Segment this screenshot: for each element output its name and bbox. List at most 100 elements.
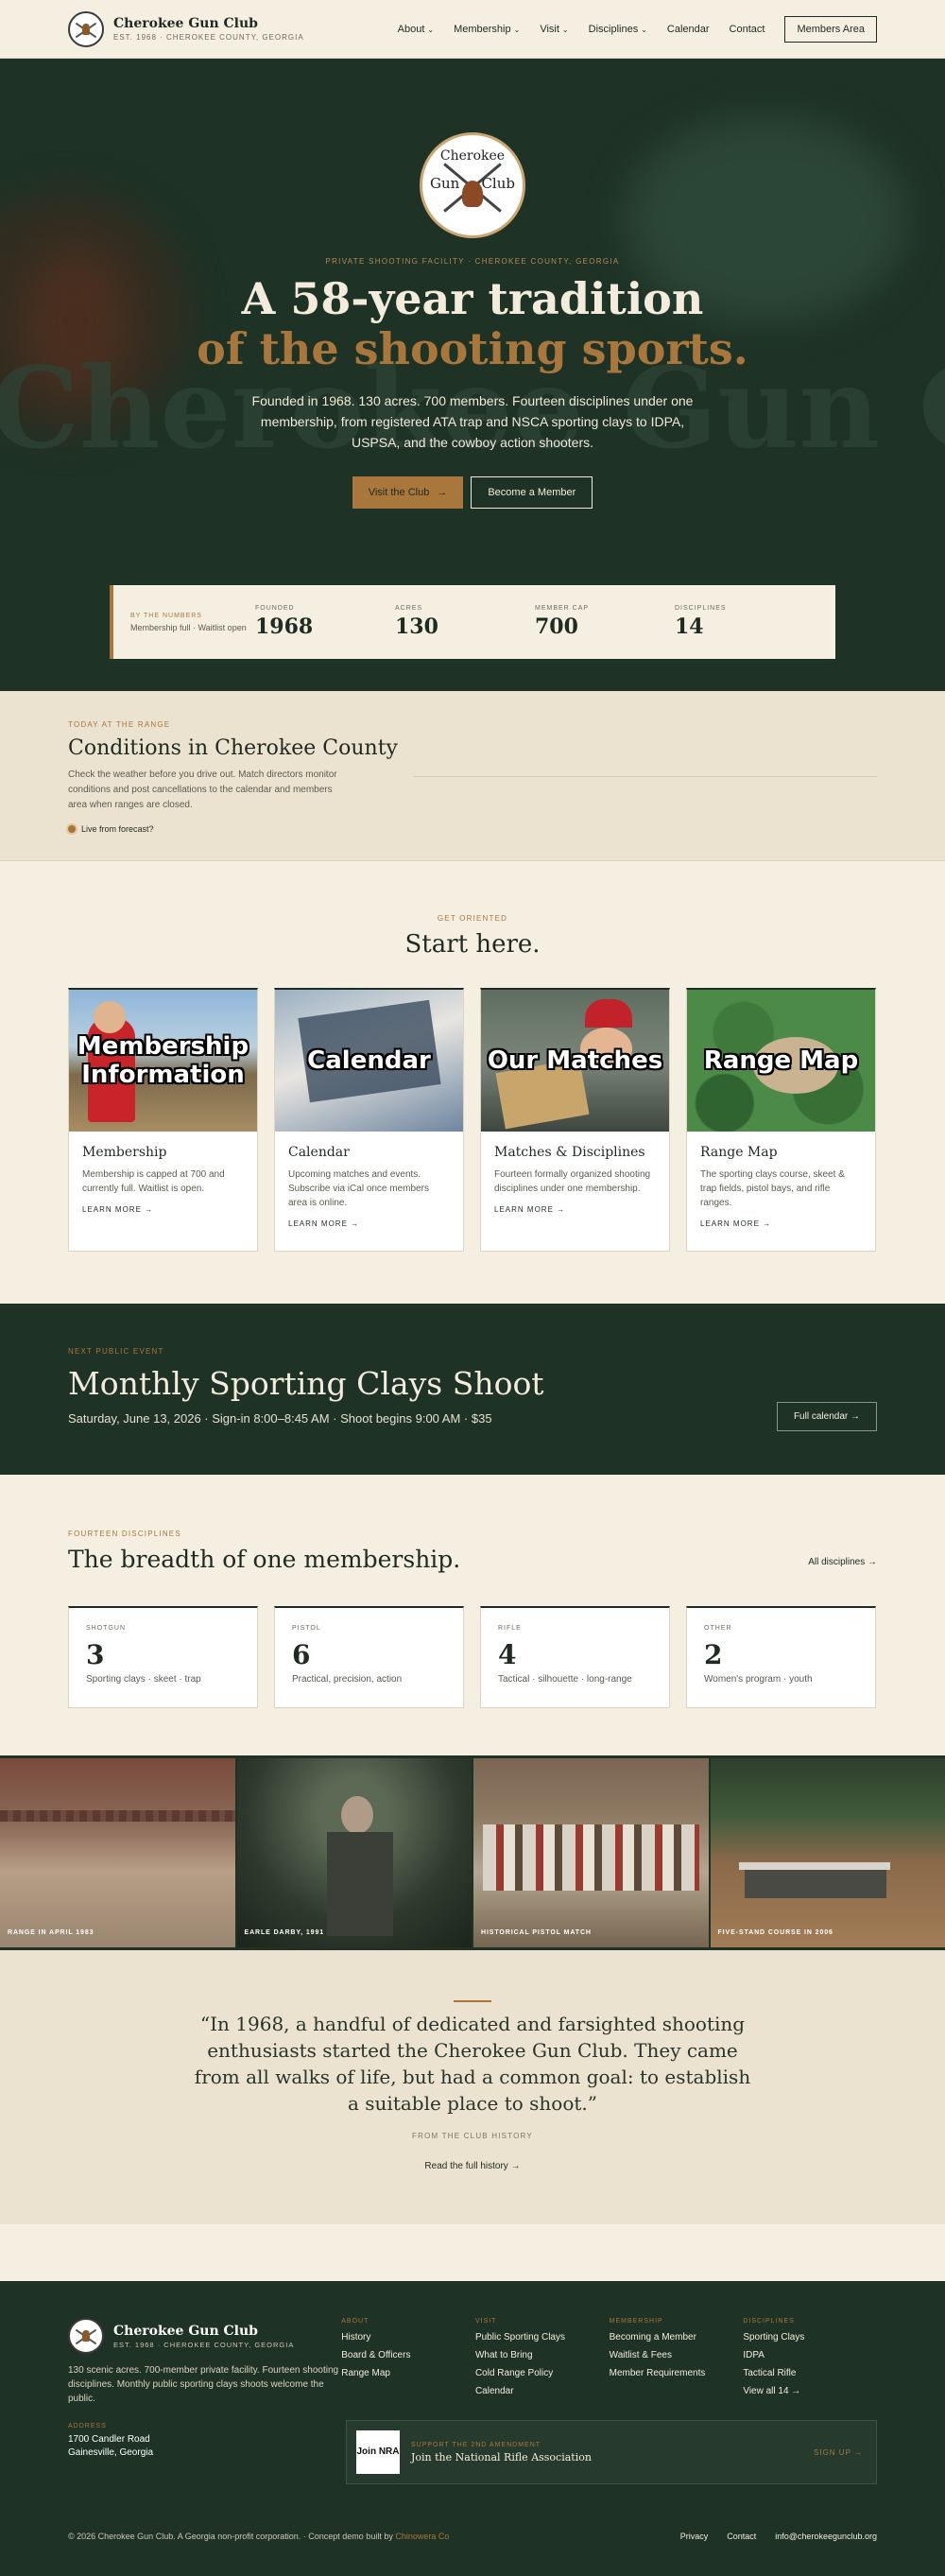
footer-link-view-all[interactable]: View all 14 → <box>743 2386 877 2396</box>
seal-text-right: Club <box>481 175 515 192</box>
chevron-down-icon: ⌄ <box>427 25 435 34</box>
discipline-count: 3 <box>86 1639 105 1670</box>
card-title: Range Map <box>700 1145 778 1160</box>
discipline-card-pistol[interactable]: PISTOL 6 Practical, precision, action <box>274 1606 464 1708</box>
stat-founded: FOUNDED 1968 <box>255 605 395 639</box>
link-label: Read the full history <box>424 2161 508 2171</box>
discipline-card-shotgun[interactable]: SHOTGUN 3 Sporting clays · skeet · trap <box>68 1606 258 1708</box>
card-calendar[interactable]: Calendar Calendar Upcoming matches and e… <box>274 988 464 1252</box>
stats-bar: BY THE NUMBERS Membership full · Waitlis… <box>110 585 835 659</box>
button-label: Visit the Club <box>368 487 430 498</box>
full-calendar-button[interactable]: Full calendar → <box>776 1402 877 1431</box>
footer-contact-link[interactable]: Contact <box>727 2532 756 2541</box>
button-label: Full calendar <box>793 1411 849 1422</box>
footer-link-cold-range[interactable]: Cold Range Policy <box>475 2368 610 2378</box>
discipline-label: PISTOL <box>292 1625 321 1632</box>
footer-link-what-to-bring[interactable]: What to Bring <box>475 2350 610 2360</box>
footer-link-public-clays[interactable]: Public Sporting Clays <box>475 2332 610 2343</box>
conditions-title: Conditions in Cherokee County <box>68 736 398 760</box>
footer-link-board[interactable]: Board & Officers <box>341 2350 475 2360</box>
event-eyebrow: NEXT PUBLIC EVENT <box>68 1347 164 1356</box>
brand-tagline: EST. 1968 · CHEROKEE COUNTY, GEORGIA <box>113 33 304 42</box>
image-label: Calendar <box>307 1046 431 1075</box>
footer-link-calendar[interactable]: Calendar <box>475 2386 610 2396</box>
discipline-desc: Women's program · youth <box>704 1674 813 1685</box>
discipline-label: OTHER <box>704 1625 732 1632</box>
footer-link-becoming-member[interactable]: Becoming a Member <box>610 2332 744 2343</box>
history-quote: “In 1968, a handful of dedicated and far… <box>194 2013 751 2115</box>
nra-promo[interactable]: Join NRA SUPPORT THE 2ND AMENDMENT Join … <box>346 2420 877 2484</box>
link-label: LEARN MORE <box>82 1205 142 1214</box>
footer-link-tactical-rifle[interactable]: Tactical Rifle <box>743 2368 877 2378</box>
footer-privacy-link[interactable]: Privacy <box>680 2532 709 2541</box>
credit-link[interactable]: Chinowera Co <box>395 2532 449 2541</box>
start-title: Start here. <box>404 930 541 959</box>
become-member-button[interactable]: Become a Member <box>471 476 593 509</box>
footer-link-sporting-clays[interactable]: Sporting Clays <box>743 2332 877 2343</box>
chevron-down-icon: ⌄ <box>513 25 521 34</box>
seal-text-left: Gun <box>430 175 460 192</box>
stats-eyebrow: BY THE NUMBERS <box>130 612 202 619</box>
learn-more-link[interactable]: LEARN MORE → <box>700 1219 862 1228</box>
discipline-count: 2 <box>704 1639 723 1670</box>
footer-link-requirements[interactable]: Member Requirements <box>610 2368 744 2378</box>
nav-label: Visit <box>540 23 559 35</box>
conditions-eyebrow: TODAY AT THE RANGE <box>68 720 171 729</box>
address-label: ADDRESS <box>68 2423 107 2429</box>
footer-col-heading: MEMBERSHIP <box>609 2318 663 2325</box>
photo-caption: HISTORICAL PISTOL MATCH <box>481 1929 592 1936</box>
footer-link-history[interactable]: History <box>341 2332 475 2343</box>
footer-link-waitlist[interactable]: Waitlist & Fees <box>610 2350 744 2360</box>
nav-visit[interactable]: Visit ⌄ <box>540 24 568 35</box>
event-title: Monthly Sporting Clays Shoot <box>68 1365 544 1402</box>
card-membership[interactable]: Membership Information Membership Member… <box>68 988 258 1252</box>
quote-divider <box>454 2000 491 2002</box>
nav-about[interactable]: About ⌄ <box>398 24 434 35</box>
discipline-card-rifle[interactable]: RIFLE 4 Tactical · silhouette · long-range <box>480 1606 670 1708</box>
nav-label: Membership <box>454 23 511 35</box>
footer-email-link[interactable]: info@cherokeegunclub.org <box>775 2532 877 2541</box>
members-area-button[interactable]: Members Area <box>784 15 877 43</box>
live-forecast-indicator: Live from forecast? <box>68 824 877 834</box>
nav-disciplines[interactable]: Disciplines ⌄ <box>589 24 647 35</box>
footer-brand-name: Cherokee Gun Club <box>113 2323 258 2339</box>
card-text: Fourteen formally organized shooting dis… <box>494 1169 651 1194</box>
learn-more-link[interactable]: LEARN MORE → <box>494 1205 656 1214</box>
nra-signup-link[interactable]: SIGN UP → <box>814 2448 863 2457</box>
chevron-down-icon: ⌄ <box>641 25 647 34</box>
nra-text: Join the National Rifle Association <box>411 2450 592 2464</box>
footer-link-range-map[interactable]: Range Map <box>341 2368 475 2378</box>
discipline-card-other[interactable]: OTHER 2 Women's program · youth <box>686 1606 876 1708</box>
footer-brand-tagline: EST. 1968 · CHEROKEE COUNTY, GEORGIA <box>113 2340 295 2349</box>
footer-link-idpa[interactable]: IDPA <box>743 2350 877 2360</box>
learn-more-link[interactable]: LEARN MORE → <box>82 1205 244 1214</box>
event-details: Saturday, June 13, 2026 · Sign-in 8:00–8… <box>68 1411 492 1426</box>
visit-club-button[interactable]: Visit the Club → <box>352 476 464 509</box>
discipline-desc: Practical, precision, action <box>292 1674 403 1685</box>
footer-logo <box>68 2318 104 2354</box>
link-label: LEARN MORE <box>700 1219 760 1228</box>
footer-col-heading: VISIT <box>474 2318 497 2325</box>
nav-membership[interactable]: Membership ⌄ <box>454 24 520 35</box>
nav-calendar[interactable]: Calendar <box>667 24 710 35</box>
photo-range-1983: RANGE IN APRIL 1983 <box>0 1758 235 1947</box>
discipline-label: RIFLE <box>498 1625 522 1632</box>
range-map-image: Range Map <box>687 990 875 1132</box>
card-range-map[interactable]: Range Map Range Map The sporting clays c… <box>686 988 876 1252</box>
learn-more-link[interactable]: LEARN MORE → <box>288 1219 450 1228</box>
nav-contact[interactable]: Contact <box>730 24 765 35</box>
card-matches[interactable]: Our Matches Matches & Disciplines Fourte… <box>480 988 670 1252</box>
footer-description: 130 scenic acres. 700-member private fac… <box>68 2365 339 2404</box>
stats-subtitle: Membership full · Waitlist open <box>130 622 247 632</box>
brand-link[interactable]: Cherokee Gun Club EST. 1968 · CHEROKEE C… <box>68 10 304 47</box>
calendar-image: Calendar <box>275 990 463 1132</box>
footer-bottom-bar: © 2026 Cherokee Gun Club. A Georgia non-… <box>68 2532 877 2541</box>
stat-label: MEMBER CAP <box>535 605 590 612</box>
address-line-2: Gainesville, Georgia <box>68 2447 154 2458</box>
all-disciplines-link[interactable]: All disciplines → <box>808 1557 877 1567</box>
stat-label: DISCIPLINES <box>675 605 727 612</box>
read-history-link[interactable]: Read the full history → <box>0 2161 945 2171</box>
disciplines-eyebrow: FOURTEEN DISCIPLINES <box>68 1530 181 1538</box>
address-line-1: 1700 Candler Road <box>68 2434 150 2445</box>
card-text: Upcoming matches and events. Subscribe v… <box>288 1169 429 1208</box>
